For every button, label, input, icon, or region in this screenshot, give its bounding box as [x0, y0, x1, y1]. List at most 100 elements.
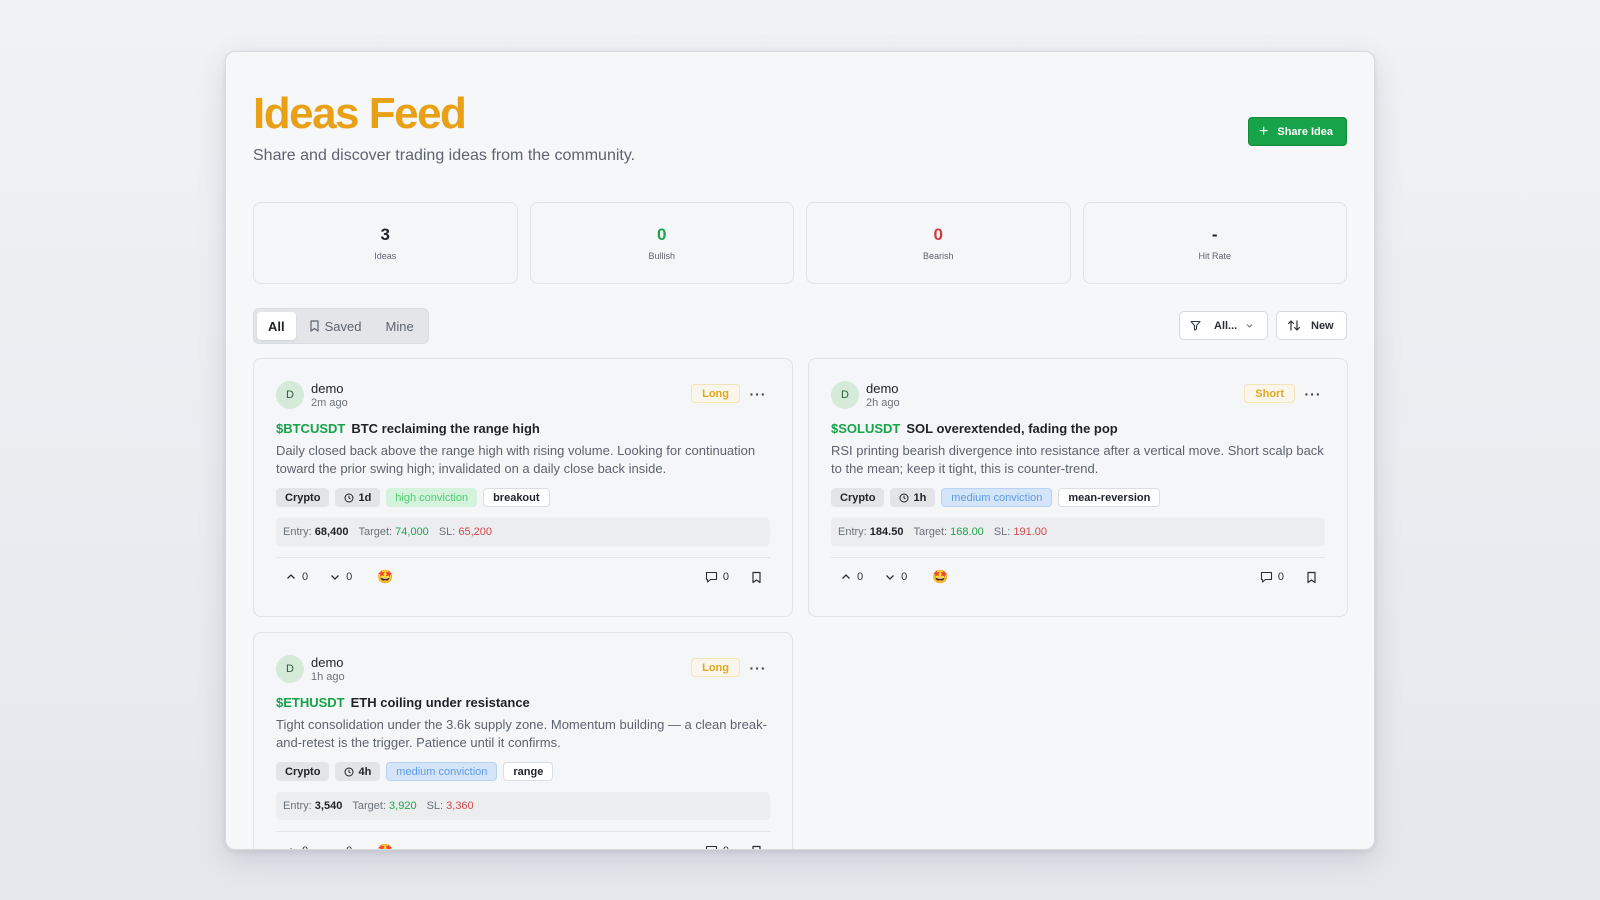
- plus-icon: +: [1259, 122, 1269, 140]
- timeframe-tag: 4h: [335, 762, 381, 781]
- bookmark-icon: [1306, 571, 1317, 584]
- chevron-up-icon: [286, 846, 296, 849]
- target-value: 3,920: [389, 800, 417, 812]
- chevron-up-icon: [286, 572, 296, 582]
- clock-icon: [899, 493, 909, 503]
- stat-bearish: 0 Bearish: [806, 202, 1071, 284]
- stat-value: 0: [657, 225, 667, 244]
- chevron-down-icon: [330, 572, 340, 582]
- symbol-link[interactable]: $ETHUSDT: [276, 695, 345, 710]
- trade-levels: Entry: 3,540 Target: 3,920 SL: 3,360: [276, 792, 770, 820]
- reaction-emoji-icon[interactable]: 🤩: [377, 569, 393, 585]
- comment-icon: [705, 845, 718, 849]
- tab-label: Mine: [385, 318, 414, 334]
- clock-icon: [344, 493, 354, 503]
- more-options-icon[interactable]: ···: [746, 384, 770, 403]
- avatar[interactable]: D: [276, 381, 304, 409]
- idea-title-line[interactable]: $ETHUSDT ETH coiling under resistance: [276, 695, 770, 710]
- stats-row: 3 Ideas 0 Bullish 0 Bearish - Hit Rate: [253, 202, 1347, 284]
- symbol-link[interactable]: $SOLUSDT: [831, 421, 900, 436]
- chevron-down-icon: [885, 572, 895, 582]
- more-options-icon[interactable]: ···: [746, 658, 770, 677]
- avatar[interactable]: D: [276, 655, 304, 683]
- tab-label: All: [268, 318, 285, 334]
- chevron-up-icon: [841, 572, 851, 582]
- idea-description: Daily closed back above the range high w…: [276, 443, 756, 476]
- card-footer: 0 0 🤩 0: [831, 567, 1325, 587]
- page-header: Ideas Feed Share and discover trading id…: [253, 88, 1347, 165]
- tab-all[interactable]: All: [257, 312, 296, 340]
- downvote-button[interactable]: 0: [330, 845, 352, 849]
- page-subtitle: Share and discover trading ideas from th…: [253, 146, 636, 164]
- conviction-tag: high conviction: [386, 488, 478, 507]
- market-tag: Crypto: [276, 762, 330, 781]
- downvote-count: 0: [346, 571, 353, 583]
- tag-list: Crypto 4h medium conviction range: [276, 762, 770, 781]
- conviction-tag: medium conviction: [941, 488, 1053, 507]
- upvote-button[interactable]: 0: [286, 845, 308, 849]
- timeframe-tag: 1h: [890, 488, 936, 507]
- comment-icon: [1260, 571, 1273, 583]
- upvote-button[interactable]: 0: [841, 571, 863, 583]
- idea-title: ETH coiling under resistance: [350, 695, 530, 710]
- bookmark-button[interactable]: [751, 571, 762, 584]
- comment-count: 0: [1277, 571, 1284, 583]
- downvote-button[interactable]: 0: [885, 571, 907, 583]
- stat-value: 0: [933, 225, 943, 244]
- upvote-button[interactable]: 0: [286, 571, 308, 583]
- filter-icon: [1190, 320, 1201, 331]
- reaction-emoji-icon[interactable]: 🤩: [932, 569, 948, 585]
- sort-icon: [1287, 319, 1301, 332]
- downvote-count: 0: [901, 571, 908, 583]
- entry-value: 184.50: [869, 526, 904, 538]
- stat-value: -: [1211, 225, 1218, 244]
- bookmark-button[interactable]: [1306, 571, 1317, 584]
- timestamp: 1h ago: [311, 670, 345, 683]
- market-tag: Crypto: [831, 488, 885, 507]
- bookmark-button[interactable]: [751, 845, 762, 849]
- setup-tag: range: [503, 762, 554, 781]
- more-options-icon[interactable]: ···: [1301, 384, 1325, 403]
- upvote-count: 0: [857, 571, 864, 583]
- idea-card: D demo 2h ago Short ··· $SOLUSDT SOL over…: [808, 358, 1348, 617]
- tab-saved[interactable]: Saved: [298, 312, 373, 340]
- downvote-count: 0: [346, 845, 352, 849]
- idea-title-line[interactable]: $BTCUSDT BTC reclaiming the range high: [276, 421, 770, 436]
- card-footer: 0 0 🤩 0: [276, 841, 770, 849]
- comments-button[interactable]: 0: [1260, 571, 1284, 583]
- sl-label: SL:: [438, 526, 456, 538]
- target-value: 168.00: [950, 526, 984, 538]
- username[interactable]: demo: [311, 381, 348, 397]
- tag-list: Crypto 1h medium conviction mean-reversi…: [831, 488, 1325, 507]
- stat-label: Bullish: [648, 251, 675, 261]
- target-label: Target:: [352, 800, 386, 812]
- share-idea-button[interactable]: + Share Idea: [1248, 117, 1347, 146]
- reaction-emoji-icon[interactable]: 🤩: [377, 843, 393, 849]
- symbol-link[interactable]: $BTCUSDT: [276, 421, 345, 436]
- stat-ideas: 3 Ideas: [253, 202, 518, 284]
- downvote-button[interactable]: 0: [330, 571, 352, 583]
- app-window: Ideas Feed Share and discover trading id…: [225, 51, 1375, 850]
- username[interactable]: demo: [866, 381, 900, 397]
- timestamp: 2m ago: [311, 396, 348, 409]
- filter-label: All...: [1214, 319, 1238, 332]
- chevron-down-icon: [330, 846, 340, 849]
- avatar[interactable]: D: [831, 381, 859, 409]
- comments-button[interactable]: 0: [705, 845, 729, 849]
- feed-tabs: All Saved Mine: [253, 308, 429, 344]
- divider: [831, 557, 1325, 558]
- timeframe-label: 4h: [358, 765, 372, 778]
- stat-value: 3: [380, 225, 390, 244]
- comments-button[interactable]: 0: [705, 571, 729, 583]
- filter-dropdown[interactable]: All...: [1179, 311, 1268, 340]
- target-label: Target:: [913, 526, 948, 538]
- target-value: 74,000: [395, 526, 429, 538]
- trade-levels: Entry: 68,400 Target: 74,000 SL: 65,200: [276, 518, 770, 546]
- sort-button[interactable]: New: [1276, 311, 1347, 340]
- tab-mine[interactable]: Mine: [375, 312, 425, 340]
- feed-controls: All... New: [1179, 311, 1347, 340]
- idea-title-line[interactable]: $SOLUSDT SOL overextended, fading the pop: [831, 421, 1325, 436]
- username[interactable]: demo: [311, 655, 345, 671]
- bookmark-icon: [309, 320, 320, 332]
- direction-badge: Long: [691, 384, 740, 403]
